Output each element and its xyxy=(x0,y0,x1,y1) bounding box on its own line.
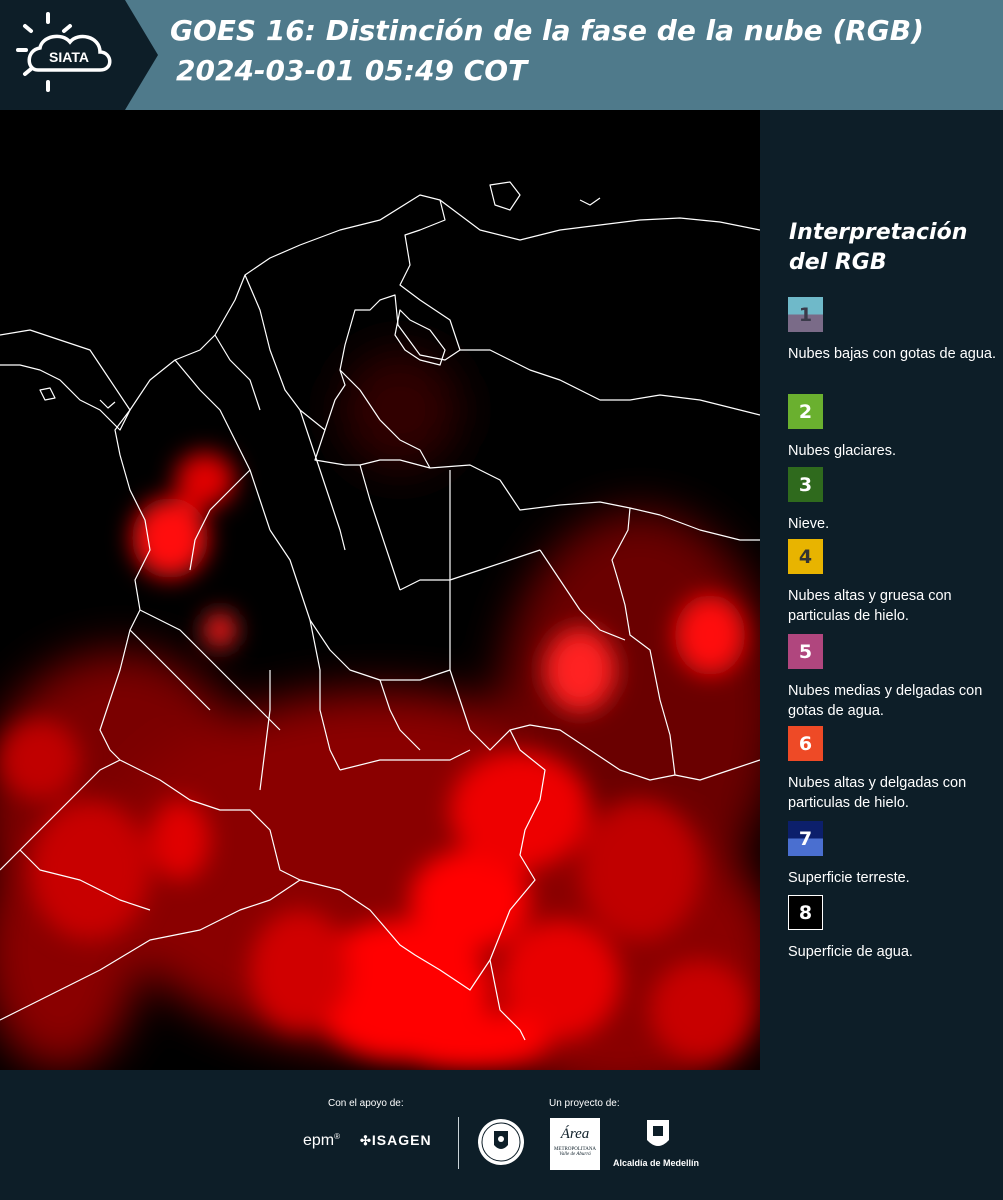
support-label: Con el apoyo de: xyxy=(328,1098,404,1109)
legend-number-2: 2 xyxy=(798,400,813,423)
legend-label-3: Nieve. xyxy=(788,516,830,532)
alcaldia-shield-icon xyxy=(645,1118,671,1154)
footer-divider xyxy=(458,1117,459,1169)
legend-title-line1: Interpretación xyxy=(789,220,968,245)
isagen-icon: ✣ xyxy=(360,1133,372,1148)
legend-number-8: 8 xyxy=(798,901,813,924)
epm-text: epm xyxy=(303,1132,335,1149)
legend-label-6: Nubes altas y delgadas con particulas de… xyxy=(788,775,967,811)
antioquia-seal-icon xyxy=(476,1117,526,1167)
page-title: GOES 16: Distinción de la fase de la nub… xyxy=(170,14,924,47)
legend-label-8: Superficie de agua. xyxy=(788,944,913,960)
legend-panel: Interpretación del RGB 1 Nubes bajas con… xyxy=(760,110,1003,1070)
legend-label-2: Nubes glaciares. xyxy=(788,443,896,459)
legend-swatch-1: 1 xyxy=(788,297,823,332)
isagen-text: ISAGEN xyxy=(371,1132,432,1148)
legend-label-4: Nubes altas y gruesa con particulas de h… xyxy=(788,588,952,624)
legend-number-7: 7 xyxy=(798,827,813,850)
legend-label-7: Superficie terreste. xyxy=(788,870,910,886)
legend-number-3: 3 xyxy=(798,473,813,496)
legend-number-6: 6 xyxy=(798,732,813,755)
area-name: Área xyxy=(560,1126,590,1142)
timestamp: 2024-03-01 05:49 COT xyxy=(176,54,528,87)
epm-logo: epm® xyxy=(303,1132,341,1149)
siata-logo: SIATA xyxy=(0,0,160,110)
header-banner: SIATA GOES 16: Distinción de la fase de … xyxy=(0,0,1003,110)
project-label: Un proyecto de: xyxy=(549,1098,620,1109)
satellite-map xyxy=(0,110,760,1070)
footer: Con el apoyo de: Un proyecto de: epm® ✣I… xyxy=(0,1070,1003,1200)
legend-label-1: Nubes bajas con gotas de agua. xyxy=(788,346,996,362)
legend-number-4: 4 xyxy=(798,545,813,568)
legend-swatch-6: 6 xyxy=(788,726,823,761)
legend-number-1: 1 xyxy=(798,303,813,326)
brand-text: SIATA xyxy=(49,49,89,65)
area-metropolitana-logo: Área METROPOLITANA Valle de Aburrá xyxy=(550,1118,600,1170)
legend-title: Interpretación del RGB xyxy=(789,218,989,278)
legend-swatch-3: 3 xyxy=(788,467,823,502)
alcaldia-text: Alcaldía de Medellín xyxy=(613,1158,700,1168)
legend-label-5: Nubes medias y delgadas con gotas de agu… xyxy=(788,683,983,719)
legend-number-5: 5 xyxy=(798,640,813,663)
area-sub2: Valle de Aburrá xyxy=(559,1152,591,1157)
isagen-logo: ✣ISAGEN xyxy=(360,1132,432,1149)
legend-swatch-4: 4 xyxy=(788,539,823,574)
legend-swatch-2: 2 xyxy=(788,394,823,429)
legend-swatch-5: 5 xyxy=(788,634,823,669)
legend-swatch-8: 8 xyxy=(788,895,823,930)
legend-title-line2: del RGB xyxy=(789,250,887,275)
legend-swatch-7: 7 xyxy=(788,821,823,856)
